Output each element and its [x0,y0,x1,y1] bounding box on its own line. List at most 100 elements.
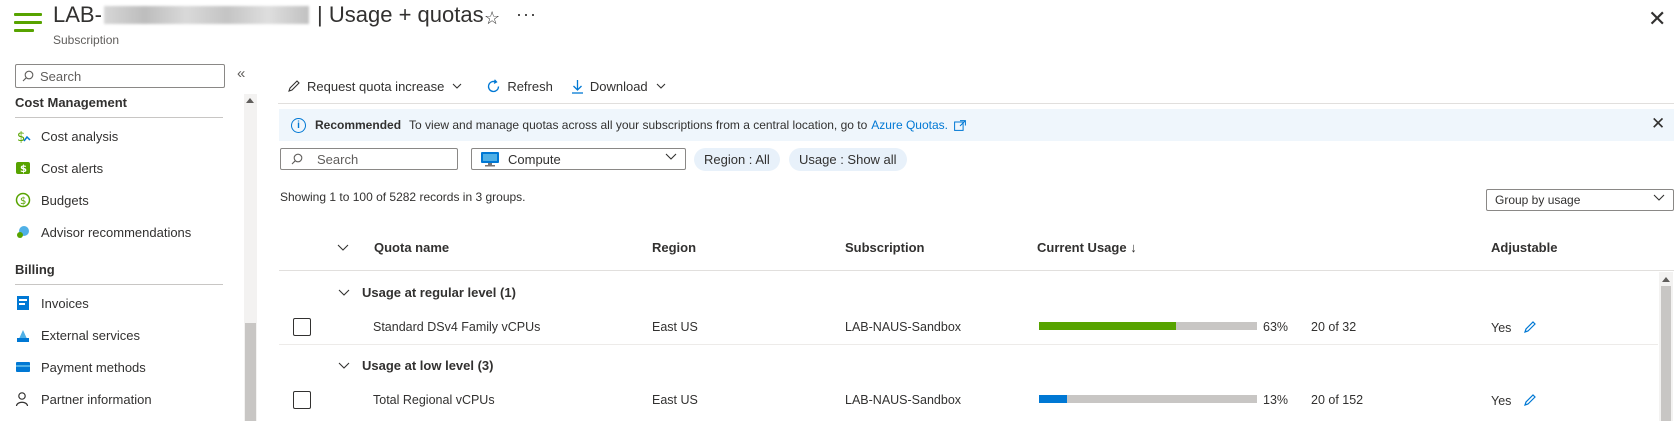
more-options-icon[interactable]: ··· [516,4,537,25]
expand-all-chevron-icon[interactable] [337,244,349,251]
redacted-name [103,6,309,24]
page-subtitle: Subscription [53,33,120,47]
sidebar-item-label: Invoices [41,295,89,311]
usage-bar-fill [1039,395,1068,403]
azure-quotas-link[interactable]: Azure Quotas. [871,118,948,132]
nav-scrollbar[interactable] [244,94,257,421]
group-title: Usage at regular level (1) [362,284,516,300]
sidebar-item-external-services[interactable]: External services [15,323,140,347]
sidebar-item-label: Partner information [41,391,152,407]
scroll-up-icon[interactable] [1662,277,1670,282]
records-summary: Showing 1 to 100 of 5282 records in 3 gr… [280,190,526,204]
chevron-down-icon [338,362,350,369]
provider-dropdown[interactable]: Compute [471,148,686,170]
usage-percent: 13% [1263,393,1289,407]
chevron-down-icon [656,83,666,89]
group-title: Usage at low level (3) [362,357,494,373]
banner-close-icon[interactable]: ✕ [1651,114,1665,134]
cost-analysis-icon: $ [15,128,31,144]
divider [15,117,223,118]
nav-search-placeholder: Search [40,68,82,84]
usage-count: 20 of 152 [1311,393,1364,407]
favorite-star-icon[interactable]: ☆ [484,8,500,29]
sidebar-item-payment-methods[interactable]: Payment methods [15,355,146,379]
section-cost-management: Cost Management [15,95,127,110]
column-header-adjustable[interactable]: Adjustable [1491,240,1557,255]
refresh-button[interactable]: Refresh [486,79,553,94]
scroll-up-icon[interactable] [246,98,254,103]
divider [279,270,1674,271]
menu-icon[interactable] [14,11,42,35]
cost-alerts-icon: $ [15,160,31,176]
region-filter-pill[interactable]: Region : All [694,148,780,171]
usage-bar [1039,395,1257,403]
sidebar-item-cost-analysis[interactable]: $ Cost analysis [15,124,118,148]
refresh-icon [488,78,500,92]
banner-title: Recommended [315,118,402,132]
column-header-quota-name[interactable]: Quota name [374,240,449,255]
group-by-value: Group by usage [1495,193,1581,207]
chevron-down-icon [338,289,350,296]
payment-methods-icon [15,359,31,375]
edit-pencil-icon[interactable] [1523,320,1537,334]
divider [278,103,1674,104]
external-services-icon [15,327,31,343]
chevron-down-icon [665,153,677,160]
divider [15,284,223,285]
adjustable-cell: Yes [1491,320,1537,335]
adjustable-cell: Yes [1491,393,1537,408]
banner-text: To view and manage quotas across all you… [409,118,868,132]
request-quota-increase-button[interactable]: Request quota increase [287,79,468,94]
command-bar: Request quota increase Refresh Download [287,74,690,98]
request-quota-label: Request quota increase [307,78,445,94]
external-link-icon[interactable] [954,119,966,131]
refresh-label: Refresh [507,78,553,94]
scrollbar-thumb[interactable] [245,323,256,421]
subscription-cell: LAB-NAUS-Sandbox [845,320,962,334]
pencil-icon [288,80,300,92]
column-header-region[interactable]: Region [652,240,696,255]
sidebar-item-budgets[interactable]: $ Budgets [15,188,89,212]
title-suffix: | Usage + quotas [317,2,484,27]
sidebar-item-label: Cost alerts [41,160,104,176]
grid-search-input[interactable]: Search [280,148,458,170]
grid-scrollbar[interactable] [1659,272,1673,421]
download-icon [571,79,583,94]
usage-bar-fill [1039,322,1177,330]
svg-text:$: $ [17,130,25,144]
scrollbar-thumb[interactable] [1661,286,1671,421]
invoices-icon [15,295,31,311]
usage-filter-pill[interactable]: Usage : Show all [789,148,907,171]
advisor-icon [15,224,31,240]
recommendation-banner: i Recommended To view and manage quotas … [279,109,1674,141]
usage-bar [1039,322,1257,330]
group-header-low[interactable]: Usage at low level (3) [338,355,494,375]
column-header-current-usage[interactable]: Current Usage ↓ [1037,240,1137,255]
sidebar-item-advisor[interactable]: Advisor recommendations [15,220,191,244]
search-icon [291,153,303,165]
nav-search-input[interactable]: Search [15,64,225,88]
divider [279,344,1658,345]
sidebar-item-invoices[interactable]: Invoices [15,291,89,315]
column-header-subscription[interactable]: Subscription [845,240,924,255]
collapse-nav-icon[interactable]: « [237,65,245,82]
sidebar-item-partner-information[interactable]: Partner information [15,387,152,411]
row-checkbox[interactable] [293,318,311,336]
chevron-down-icon [452,83,462,89]
section-billing: Billing [15,262,55,277]
usage-count: 20 of 32 [1311,320,1357,334]
row-checkbox[interactable] [293,391,311,409]
close-icon[interactable]: ✕ [1648,6,1666,32]
group-by-dropdown[interactable]: Group by usage [1486,189,1674,211]
grid-search-placeholder: Search [317,151,359,167]
quota-name-cell: Total Regional vCPUs [373,393,495,407]
adjustable-value: Yes [1491,394,1512,408]
provider-value: Compute [508,151,561,167]
download-button[interactable]: Download [571,79,672,94]
edit-pencil-icon[interactable] [1523,393,1537,407]
region-cell: East US [652,393,698,407]
sidebar-item-label: Payment methods [41,359,146,375]
group-header-regular[interactable]: Usage at regular level (1) [338,282,516,302]
sidebar-item-cost-alerts[interactable]: $ Cost alerts [15,156,103,180]
quota-name-cell: Standard DSv4 Family vCPUs [373,320,541,334]
